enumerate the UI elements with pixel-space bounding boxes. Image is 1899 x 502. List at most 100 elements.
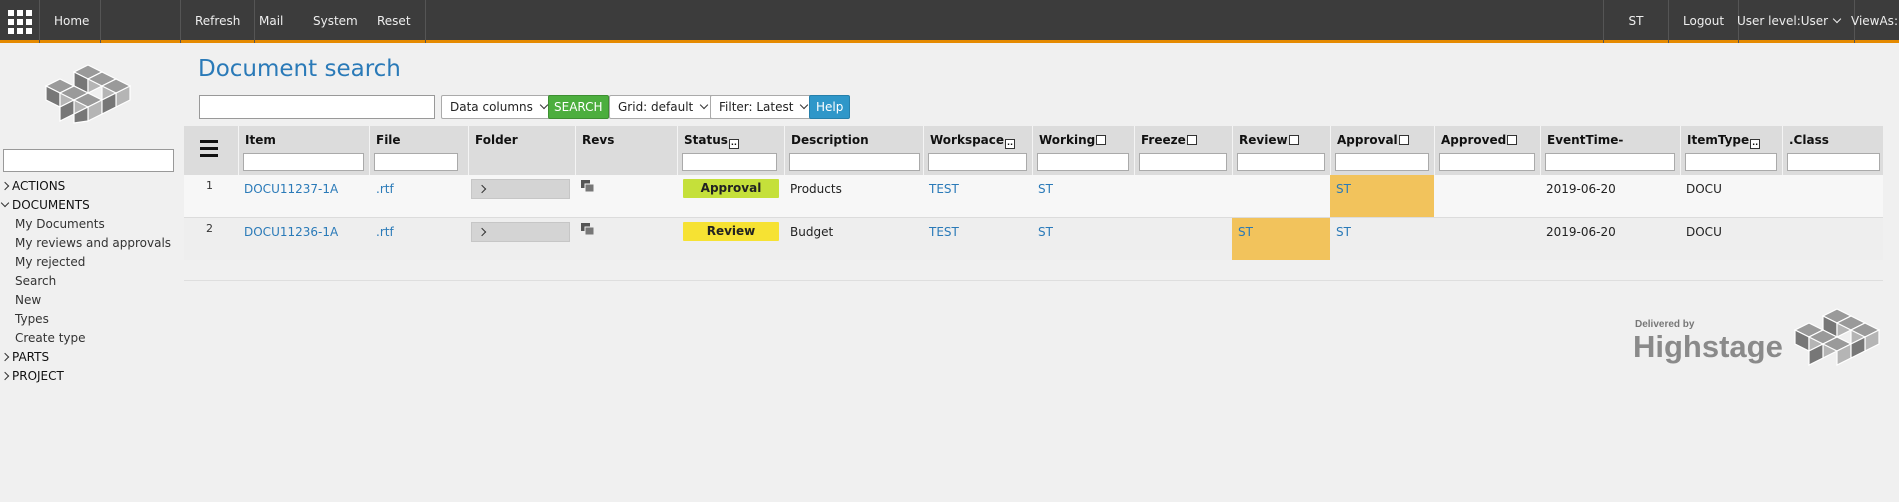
file-link[interactable]: .rtf: [376, 225, 394, 239]
column-menu[interactable]: [184, 126, 238, 175]
filter-file-input[interactable]: [374, 153, 458, 171]
column-label: Approved: [1441, 133, 1507, 147]
filter-item-input[interactable]: [243, 153, 364, 171]
sidebar-group-label: DOCUMENTS: [12, 198, 90, 212]
document-search-input[interactable]: [199, 95, 435, 119]
item-type-text: DOCU: [1686, 182, 1722, 196]
column-header-approved[interactable]: Approved: [1441, 133, 1518, 147]
sidebar-group-project[interactable]: PROJECT: [0, 367, 185, 386]
chevron-right-icon: [0, 181, 10, 191]
nav-home[interactable]: Home: [40, 0, 101, 43]
column-freeze: Freeze: [1134, 126, 1232, 175]
working-link[interactable]: ST: [1038, 182, 1053, 196]
column-description: Description: [784, 126, 923, 175]
dropdown-label: Filter: Latest: [719, 100, 794, 114]
sidebar-item-my-rejected[interactable]: My rejected: [0, 253, 185, 272]
page-title: Document search: [198, 56, 401, 82]
column-header-event-time[interactable]: EventTime-: [1547, 133, 1623, 147]
review-link[interactable]: ST: [1238, 225, 1253, 239]
help-button[interactable]: Help: [809, 95, 851, 119]
column-header-file[interactable]: File: [376, 133, 401, 147]
checkbox-icon[interactable]: [1096, 135, 1107, 145]
column-header-approval[interactable]: Approval: [1337, 133, 1409, 147]
table-row[interactable]: 2 DOCU11236-1A .rtf Review Budget TEST S…: [184, 218, 1883, 260]
approval-link[interactable]: ST: [1336, 182, 1351, 196]
user-level-dropdown[interactable]: User level:User: [1723, 0, 1856, 43]
filter-approved-input[interactable]: [1439, 153, 1535, 171]
column-label: Status: [684, 133, 728, 147]
hamburger-icon: [200, 140, 218, 158]
column-event-time: EventTime-: [1540, 126, 1680, 175]
sort-icon[interactable]: ..: [728, 139, 739, 149]
data-columns-dropdown[interactable]: Data columns: [441, 95, 556, 119]
apps-grid-icon: [7, 9, 32, 34]
sidebar-item-types[interactable]: Types: [0, 310, 185, 329]
sidebar-item-my-documents[interactable]: My Documents: [0, 215, 185, 234]
filter-review-input[interactable]: [1237, 153, 1325, 171]
column-header-freeze[interactable]: Freeze: [1141, 133, 1197, 147]
grid-dropdown[interactable]: Grid: default: [609, 95, 717, 119]
column-approval: Approval: [1330, 126, 1434, 175]
filter-workspace-input[interactable]: [928, 153, 1027, 171]
filter-description-input[interactable]: [789, 153, 920, 171]
nav-reset[interactable]: Reset: [363, 0, 426, 43]
search-button[interactable]: SEARCH: [548, 95, 609, 119]
sidebar-group-documents[interactable]: DOCUMENTS: [0, 196, 185, 215]
workspace-link[interactable]: TEST: [929, 182, 959, 196]
filter-status-input[interactable]: [682, 153, 777, 171]
status-badge: Approval: [683, 179, 779, 198]
filter-event-time-input[interactable]: [1545, 153, 1675, 171]
column-header-folder[interactable]: Folder: [475, 133, 518, 147]
column-header-description[interactable]: Description: [791, 133, 869, 147]
column-header-status[interactable]: Status..: [684, 133, 739, 149]
sidebar-item-new[interactable]: New: [0, 291, 185, 310]
table-row[interactable]: 1 DOCU11237-1A .rtf Approval Products TE…: [184, 175, 1883, 217]
checkbox-icon[interactable]: [1288, 135, 1299, 145]
filter-approval-input[interactable]: [1335, 153, 1429, 171]
top-bar: Home Refresh Mail System Reset ST Logout…: [0, 0, 1899, 43]
sort-icon[interactable]: ..: [1750, 139, 1761, 149]
filter-dropdown[interactable]: Filter: Latest: [710, 95, 817, 119]
filter-item-type-input[interactable]: [1685, 153, 1777, 171]
column-header-working[interactable]: Working: [1039, 133, 1107, 147]
column-header-review[interactable]: Review: [1239, 133, 1299, 147]
sort-icon[interactable]: ..: [1005, 139, 1016, 149]
item-link[interactable]: DOCU11236-1A: [244, 225, 338, 239]
item-link[interactable]: DOCU11237-1A: [244, 182, 338, 196]
filter-freeze-input[interactable]: [1139, 153, 1227, 171]
column-header-item[interactable]: Item: [245, 133, 276, 147]
nav-system[interactable]: System: [299, 0, 372, 43]
checkbox-icon[interactable]: [1398, 135, 1409, 145]
column-header-item-type[interactable]: ItemType..: [1687, 133, 1761, 149]
nav-mail[interactable]: Mail: [245, 0, 297, 43]
working-link[interactable]: ST: [1038, 225, 1053, 239]
view-as-dropdown[interactable]: ViewAs:: [1837, 0, 1899, 43]
column-header-class[interactable]: .Class: [1789, 133, 1829, 147]
apps-menu-button[interactable]: [0, 0, 40, 43]
column-approved: Approved: [1434, 126, 1540, 175]
user-level-label: User level:User: [1737, 14, 1829, 28]
checkbox-icon[interactable]: [1507, 135, 1518, 145]
sidebar-search-input[interactable]: [3, 149, 174, 172]
filter-working-input[interactable]: [1037, 153, 1129, 171]
row-number: 2: [206, 222, 213, 235]
description-text: Products: [790, 182, 842, 196]
approval-link[interactable]: ST: [1336, 225, 1351, 239]
sidebar-group-parts[interactable]: PARTS: [0, 348, 185, 367]
column-header-revs[interactable]: Revs: [582, 133, 614, 147]
file-link[interactable]: .rtf: [376, 182, 394, 196]
sidebar-item-search[interactable]: Search: [0, 272, 185, 291]
filter-class-input[interactable]: [1787, 153, 1880, 171]
revisions-icon[interactable]: [580, 179, 596, 193]
sidebar-item-create-type[interactable]: Create type: [0, 329, 185, 348]
checkbox-icon[interactable]: [1186, 135, 1197, 145]
column-label: Approval: [1337, 133, 1398, 147]
column-header-workspace[interactable]: Workspace..: [930, 133, 1016, 149]
sidebar-group-actions[interactable]: ACTIONS: [0, 177, 185, 196]
folder-expand-button[interactable]: [471, 179, 570, 199]
sidebar-item-my-reviews[interactable]: My reviews and approvals: [0, 234, 185, 253]
revisions-icon[interactable]: [580, 222, 596, 236]
folder-expand-button[interactable]: [471, 222, 570, 242]
nav-user-initials[interactable]: ST: [1603, 0, 1669, 43]
workspace-link[interactable]: TEST: [929, 225, 959, 239]
